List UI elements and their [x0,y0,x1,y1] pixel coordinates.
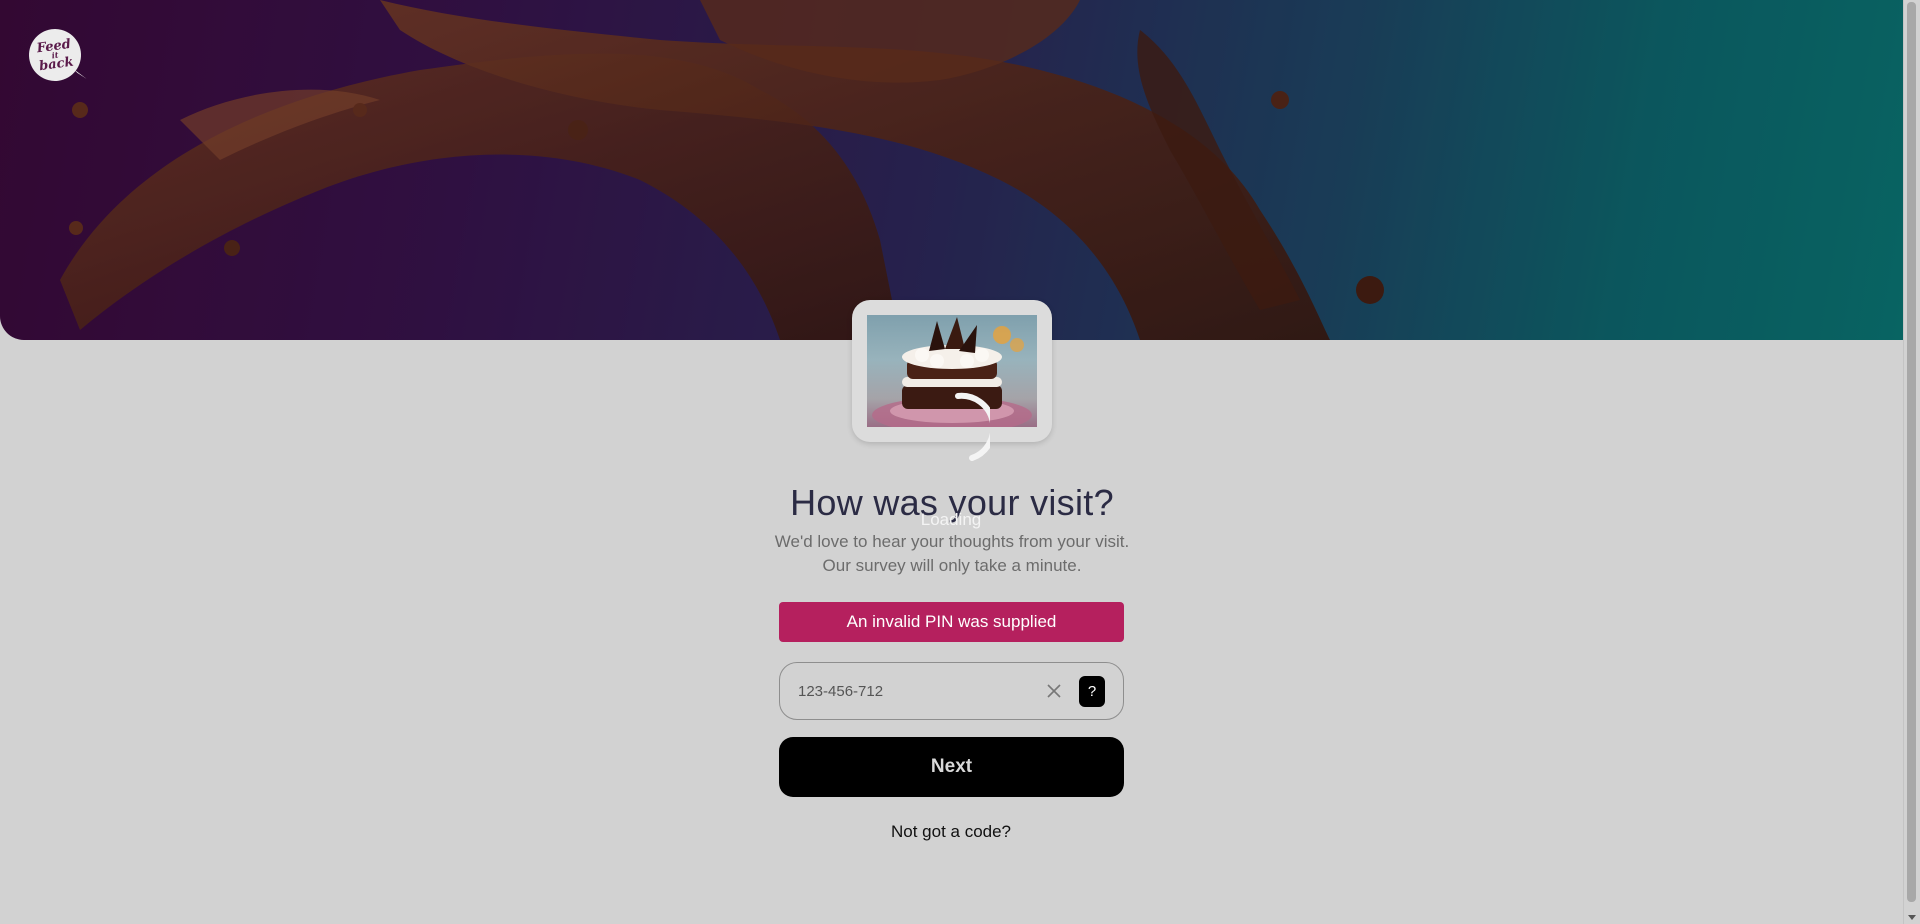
loading-text: Loading [920,510,982,529]
help-button[interactable]: ? [1079,676,1105,707]
scroll-down-arrow-icon[interactable] [1908,915,1916,920]
scrollbar-thumb[interactable] [1907,2,1916,902]
logo-text-line3: back [38,54,75,74]
error-banner: An invalid PIN was supplied [779,602,1124,642]
next-button[interactable]: Next [779,737,1124,797]
not-got-a-code-link[interactable]: Not got a code? [851,822,1051,842]
hero-banner: Feed it back [0,0,1904,340]
page-subtitle: We'd love to hear your thoughts from you… [774,532,1130,575]
clear-icon[interactable] [1044,681,1064,701]
hero-overlay [0,0,1904,340]
pin-input[interactable] [798,679,1028,703]
vertical-scrollbar[interactable] [1903,0,1920,924]
pin-field: ? [779,662,1124,720]
loading-spinner-icon [955,392,990,461]
